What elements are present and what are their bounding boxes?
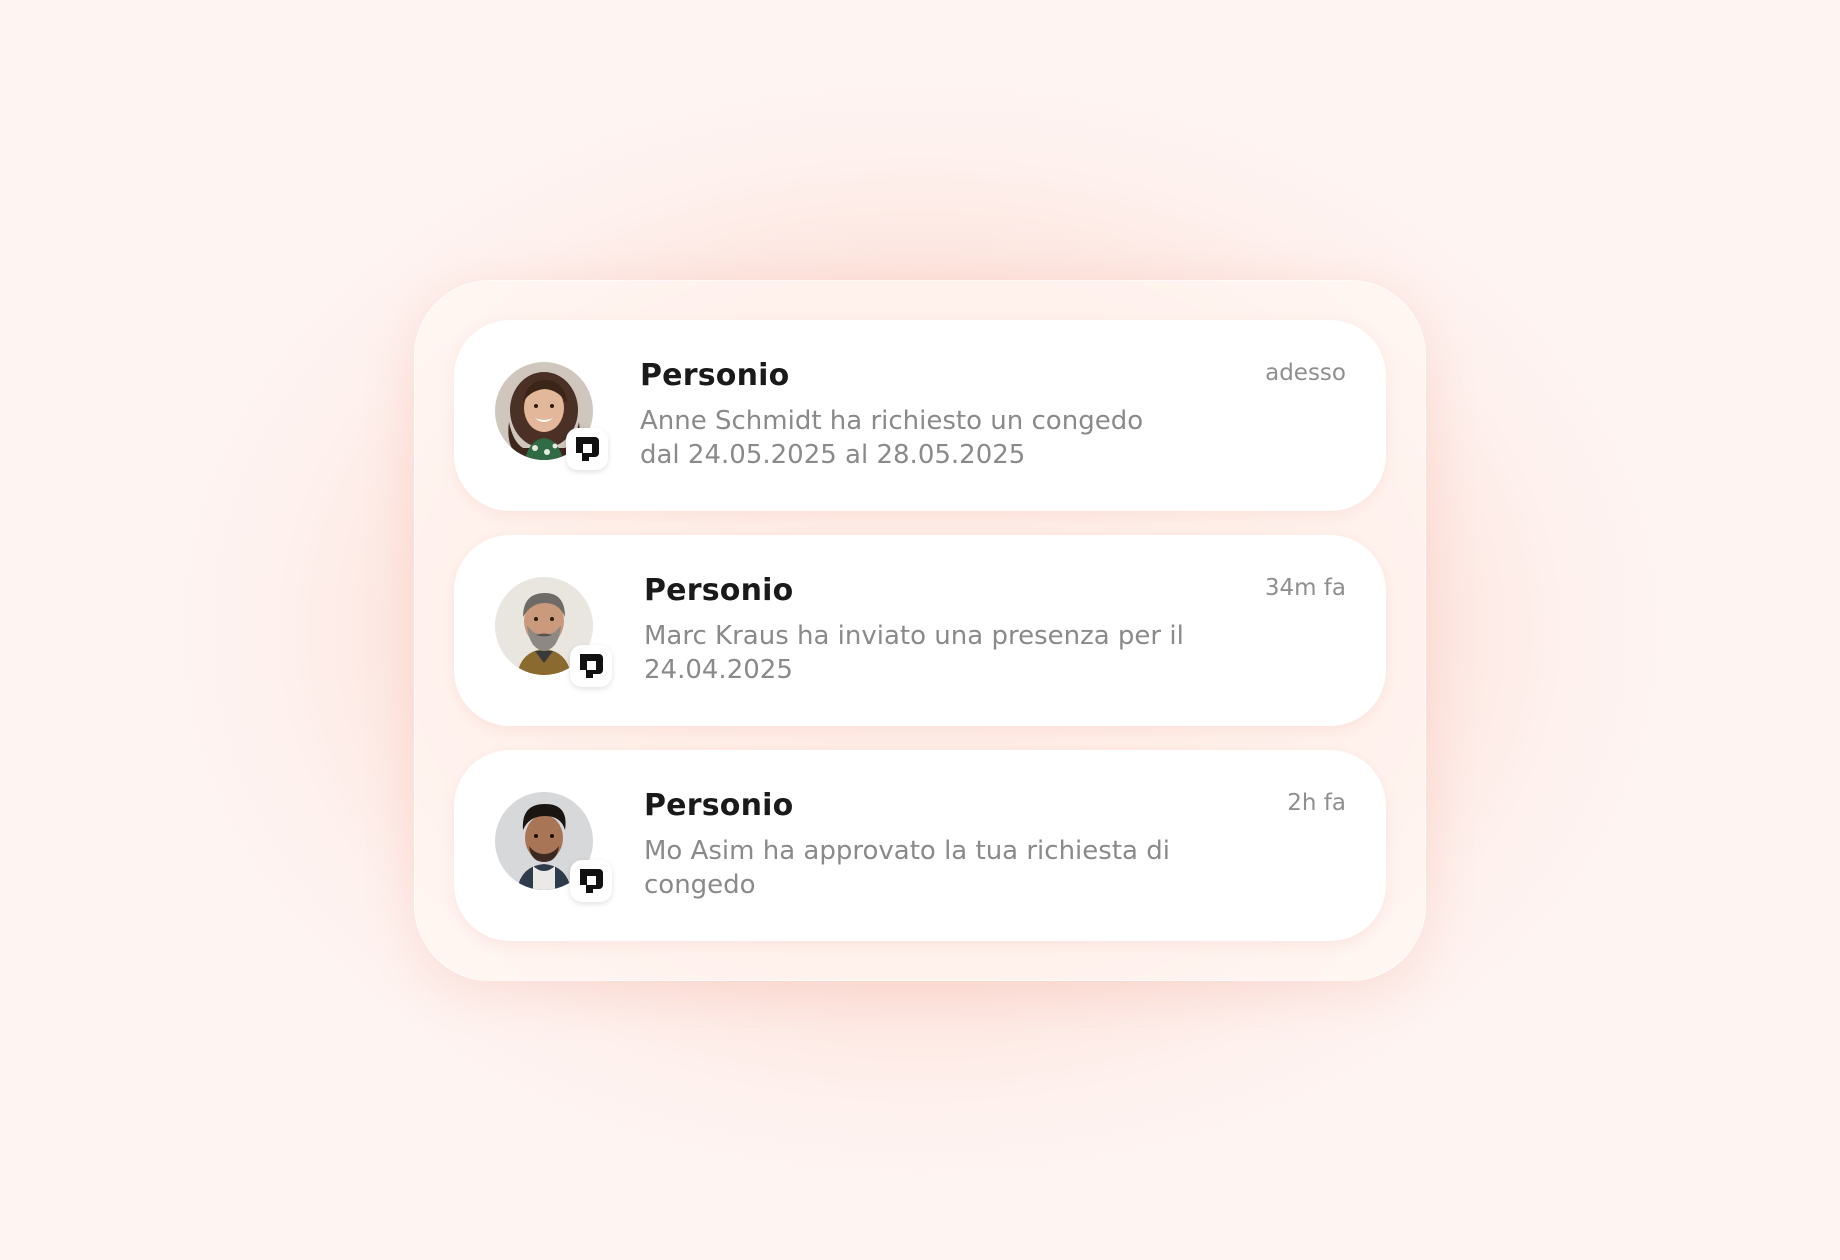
notification-time: 34m fa [1264,575,1346,601]
notification-message: Marc Kraus ha inviato una presenza per i… [644,621,1184,685]
notification-card[interactable]: Personio Anne Schmidt ha richiesto un co… [454,320,1386,511]
notification-card[interactable]: Personio Marc Kraus ha inviato una prese… [454,535,1386,726]
notification-title: Personio [644,573,794,608]
personio-logo-icon [580,654,603,678]
notification-message: Anne Schmidt ha richiesto un congedo dal… [640,406,1144,470]
notification-time: 2h fa [1287,790,1346,816]
notification-message: Mo Asim ha approvato la tua richiesta di… [644,836,1170,900]
notification-card[interactable]: Personio Mo Asim ha approvato la tua ric… [454,750,1386,941]
notification-title: Personio [644,788,794,823]
notification-time: adesso [1265,360,1346,386]
personio-logo-icon [580,869,603,893]
app-badge [570,645,612,687]
notification-stack: Personio Anne Schmidt ha richiesto un co… [414,280,1426,981]
app-badge [570,860,612,902]
app-badge [566,428,608,470]
personio-logo-icon [576,437,599,461]
notification-title: Personio [640,358,790,393]
